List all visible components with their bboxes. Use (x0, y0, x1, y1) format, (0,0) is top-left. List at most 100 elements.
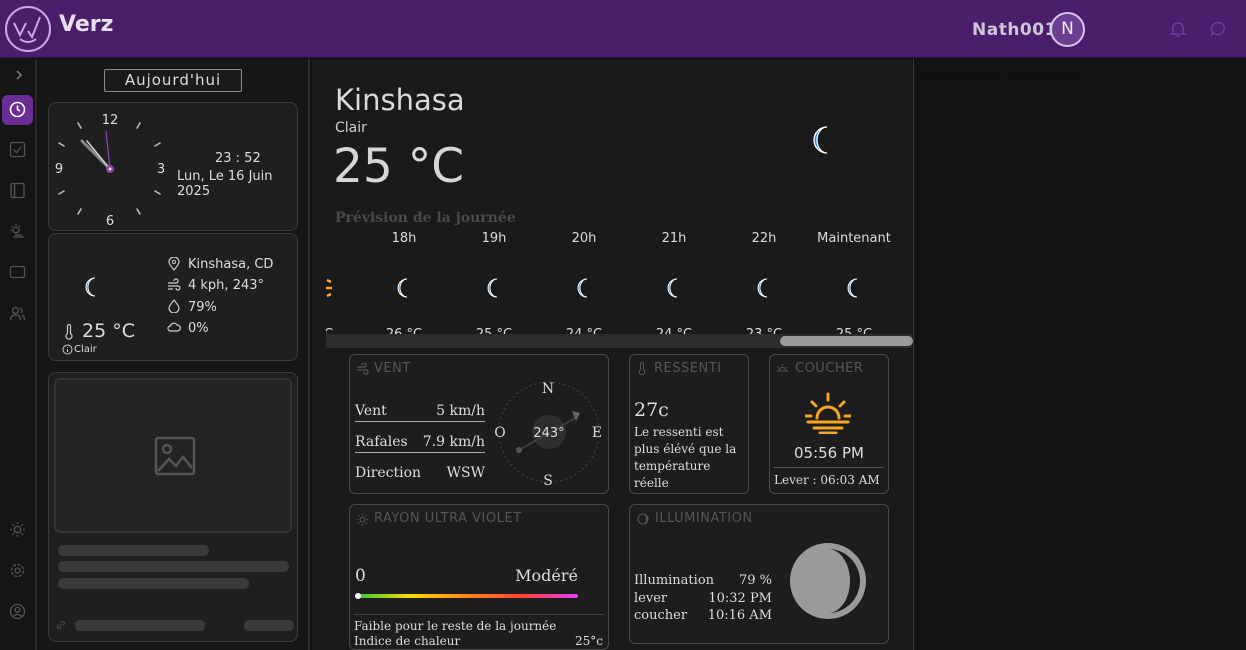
hour-column: 19h 25 °C (454, 231, 534, 342)
rail-item-notes[interactable] (2, 176, 33, 206)
rail-item-messages[interactable] (2, 258, 33, 288)
sunset-card: COUCHER 05:56 PM Lever : 06:03 AM (769, 354, 889, 494)
hour-label: 18h (391, 231, 417, 246)
uv-indicator (355, 593, 361, 599)
hour-label: 22h (751, 231, 777, 246)
thermometer-icon (65, 324, 73, 340)
left-panel: Aujourd'hui 12 3 6 9 23 : 52 Lun, Le 16 … (38, 59, 310, 650)
compass-south: S (543, 473, 553, 489)
gear-icon (10, 563, 25, 578)
illumination-row: Illumination 79 % (634, 573, 772, 588)
brand-name: Verz (59, 12, 114, 37)
clock-numeral-9: 9 (55, 162, 63, 177)
uv-card: RAYON ULTRA VIOLET 0 Modéré Faible pour … (349, 504, 609, 650)
uv-value: 0 (355, 566, 366, 586)
hour-column: Maintenant 25 °C (814, 231, 894, 342)
icon-rail (0, 59, 37, 650)
hour-label: 19h (481, 231, 507, 246)
hour-label: Maintenant (817, 231, 891, 246)
today-button[interactable]: Aujourd'hui (104, 69, 242, 92)
moon-icon (757, 278, 768, 298)
daily-forecast-title: Prévision de la journée (335, 210, 516, 226)
compass-degree: 243° (533, 426, 564, 441)
clock-numeral-12: 12 (102, 113, 119, 128)
sunrise-time: Lever : 06:03 AM (774, 473, 880, 487)
thermometer-icon (638, 362, 646, 375)
rail-item-profile[interactable] (2, 597, 33, 627)
analog-clock: 12 3 6 9 (55, 113, 165, 228)
chevron-right-icon[interactable] (13, 69, 25, 81)
rail-item-users[interactable] (2, 299, 33, 329)
feels-like-header: RESSENTI (654, 361, 722, 376)
uv-level: Modéré (515, 566, 578, 585)
hourly-scroll-thumb[interactable] (780, 336, 913, 346)
avatar[interactable]: N (1050, 12, 1085, 47)
rail-item-theme[interactable] (2, 515, 33, 545)
chat-icon[interactable] (1209, 20, 1227, 38)
clock-numeral-3: 3 (157, 162, 165, 177)
wind-text: 4 kph, 243° (188, 278, 265, 293)
rail-item-settings[interactable] (2, 556, 33, 586)
illumination-card: ILLUMINATION Illumination 79 % lever 10:… (629, 504, 889, 644)
sun-icon-partial (326, 278, 332, 298)
uv-note: Faible pour le reste de la journée (354, 619, 557, 633)
moon-icon (577, 278, 588, 298)
moonset-row-value: 10:16 AM (707, 608, 772, 623)
image-icon (154, 436, 196, 476)
skeleton-line (58, 578, 249, 589)
moonset-row: coucher 10:16 AM (634, 608, 772, 623)
clock-card: 12 3 6 9 23 : 52 Lun, Le 16 Juin 2025 (48, 102, 298, 231)
moon-outline-icon (637, 513, 649, 525)
wind-row-value: 5 km/h (436, 403, 485, 419)
image-card (48, 372, 298, 642)
hour-column: 20h 24 °C (544, 231, 624, 342)
rail-item-weather[interactable] (2, 217, 33, 247)
current-temperature: 25 °C (333, 139, 465, 194)
current-condition: Clair (335, 120, 367, 136)
city-name: Kinshasa (335, 83, 465, 117)
uv-header: RAYON ULTRA VIOLET (374, 511, 522, 526)
profile-icon (9, 603, 26, 620)
hour-column: 21h 24 °C (634, 231, 714, 342)
illumination-row-value: 79 % (738, 573, 772, 588)
moon-icon (813, 126, 828, 154)
moonrise-row-label: lever (634, 591, 668, 606)
wind-icon (357, 363, 369, 375)
rail-item-clock[interactable] (2, 95, 33, 125)
skeleton-line (58, 561, 289, 572)
wind-compass: N E S O 243° (494, 381, 602, 489)
image-placeholder (54, 378, 292, 533)
droplet-icon (168, 299, 180, 313)
moonrise-row: lever 10:32 PM (634, 591, 772, 606)
compass-east: E (592, 425, 602, 441)
clock-date: Lun, Le 16 Juin 2025 (177, 169, 273, 199)
sunset-time: 05:56 PM (794, 444, 864, 462)
feels-like-card: RESSENTI 27c Le ressenti est plus élévé … (629, 354, 749, 494)
clock-numeral-6: 6 (106, 214, 114, 228)
skeleton-line (244, 620, 294, 631)
moon-icon (397, 278, 408, 298)
cloud-icon (167, 322, 181, 332)
hourly-forecast: C 18h 26 °C 19h 25 °C 20h 24 °C 21h 24 °… (326, 231, 912, 349)
message-icon (9, 265, 26, 279)
feels-like-value: 27c (634, 399, 669, 421)
wind-row: Vent 5 km/h (355, 403, 485, 422)
weekly-forecast-panel: Prévision de la semaine (913, 59, 1246, 650)
location-pin-icon (168, 257, 180, 271)
skeleton-line (75, 620, 205, 631)
sun-icon (356, 513, 369, 526)
main-panel: Kinshasa Clair 25 °C Prévision de la jou… (312, 59, 913, 650)
logo-icon (5, 6, 51, 52)
digital-time: 23 : 52 (215, 151, 261, 166)
checkbox-icon (9, 141, 26, 158)
link-icon (56, 620, 66, 630)
summary-temp: 25 °C (82, 320, 135, 342)
weekly-forecast-title: Prévision de la semaine (914, 68, 1083, 84)
heat-index-value: 25°c (575, 634, 603, 648)
rail-item-tasks[interactable] (2, 135, 33, 165)
sunset-icon (777, 364, 788, 372)
bell-icon[interactable] (1169, 20, 1187, 38)
moonset-row-label: coucher (634, 608, 688, 623)
sunset-large-icon (805, 392, 851, 434)
illumination-row-label: Illumination (634, 573, 715, 588)
